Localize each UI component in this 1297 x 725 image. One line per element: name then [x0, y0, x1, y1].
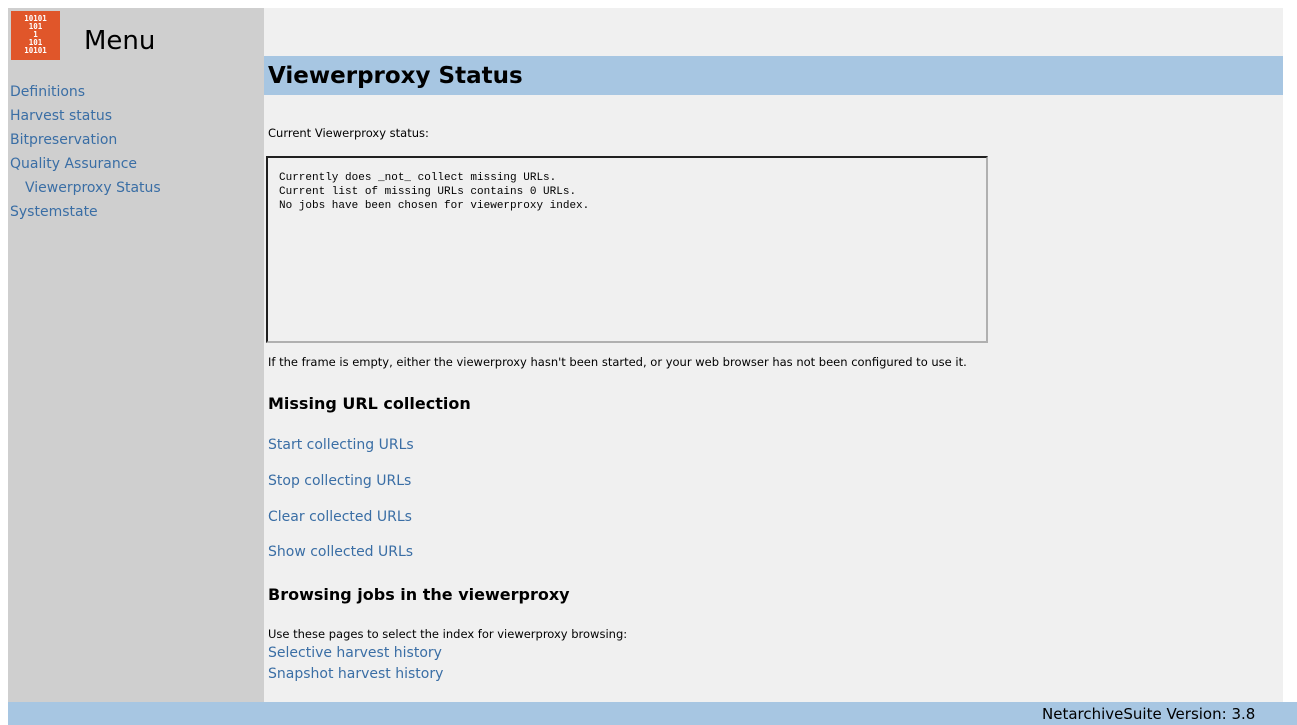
sidebar-item-quality-assurance[interactable]: Quality Assurance — [10, 152, 161, 176]
stop-collecting-link[interactable]: Stop collecting URLs — [268, 473, 411, 489]
sidebar-nav: Definitions Harvest status Bitpreservati… — [10, 80, 161, 224]
frame-note: If the frame is empty, either the viewer… — [268, 355, 967, 369]
sidebar-item-bitpreservation[interactable]: Bitpreservation — [10, 128, 161, 152]
status-intro: Current Viewerproxy status: — [268, 126, 429, 140]
netarchive-logo-icon: 10101 101 1 101 10101 — [11, 11, 60, 60]
clear-collected-link[interactable]: Clear collected URLs — [268, 509, 412, 525]
version-label: NetarchiveSuite Version: 3.8 — [1042, 705, 1256, 723]
start-collecting-link[interactable]: Start collecting URLs — [268, 437, 414, 453]
missing-url-heading: Missing URL collection — [268, 394, 471, 413]
sidebar-item-definitions[interactable]: Definitions — [10, 80, 161, 104]
page: 10101 101 1 101 10101 Menu Definitions H… — [0, 0, 1297, 725]
status-text: Currently does _not_ collect missing URL… — [279, 172, 590, 212]
sidebar-item-harvest-status[interactable]: Harvest status — [10, 104, 161, 128]
browsing-jobs-heading: Browsing jobs in the viewerproxy — [268, 585, 570, 604]
sidebar: 10101 101 1 101 10101 Menu Definitions H… — [8, 8, 264, 702]
selective-harvest-history-link[interactable]: Selective harvest history — [268, 645, 442, 661]
menu-title: Menu — [84, 26, 156, 56]
sidebar-item-viewerproxy-status[interactable]: Viewerproxy Status — [10, 176, 161, 200]
show-collected-link[interactable]: Show collected URLs — [268, 544, 413, 560]
title-bar: Viewerproxy Status — [264, 56, 1283, 95]
footer: NetarchiveSuite Version: 3.8 — [8, 702, 1297, 725]
browsing-intro: Use these pages to select the index for … — [268, 627, 628, 641]
sidebar-item-systemstate[interactable]: Systemstate — [10, 200, 161, 224]
page-title: Viewerproxy Status — [268, 63, 523, 89]
status-frame[interactable]: Currently does _not_ collect missing URL… — [266, 156, 988, 343]
snapshot-harvest-history-link[interactable]: Snapshot harvest history — [268, 666, 443, 682]
main-content: Viewerproxy Status Current Viewerproxy s… — [264, 8, 1283, 702]
